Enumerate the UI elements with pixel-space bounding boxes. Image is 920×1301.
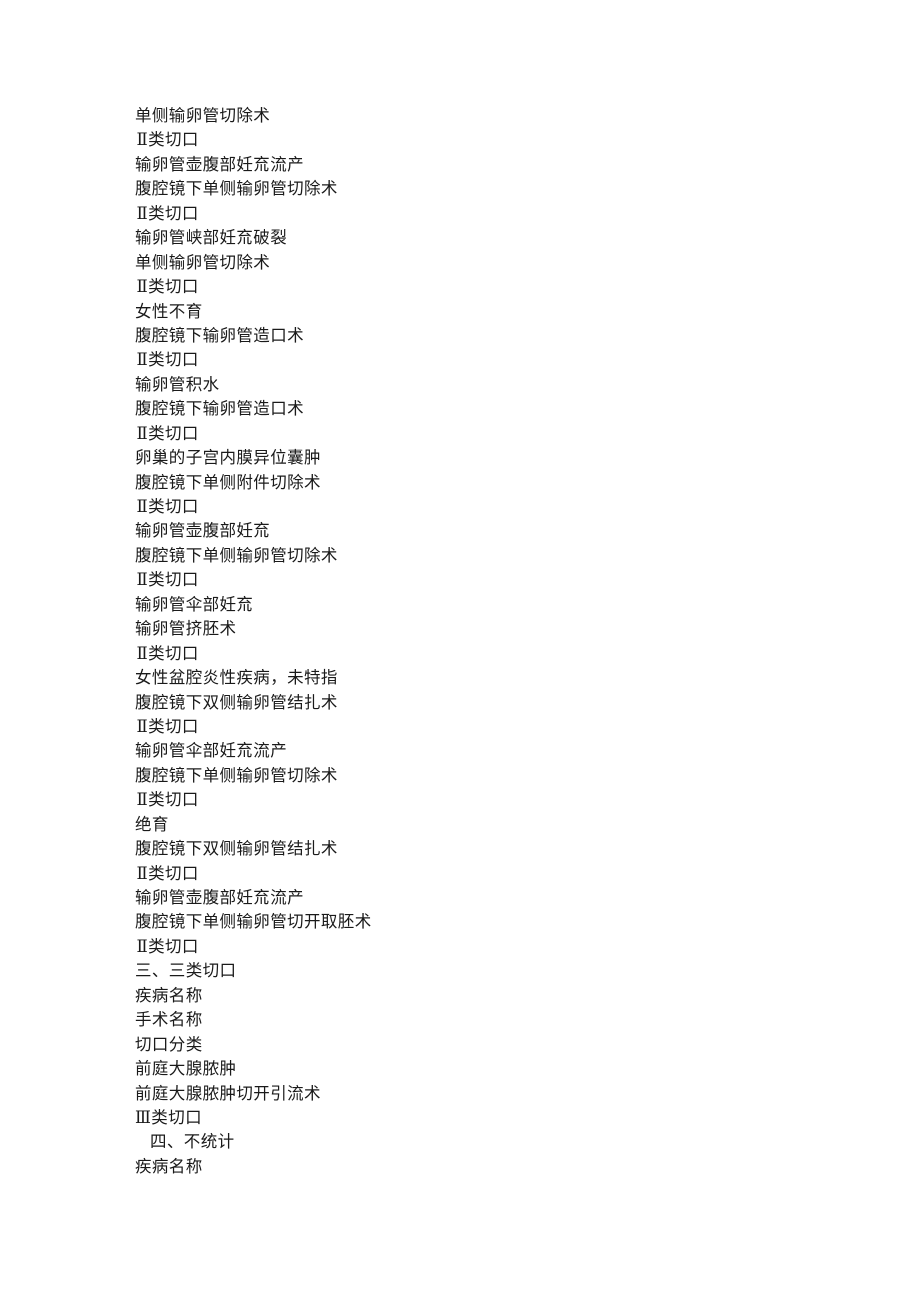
document-line: Ⅲ类切口 <box>135 1107 203 1127</box>
document-line: 疾病名称 <box>135 1156 203 1176</box>
document-line: Ⅱ类切口 <box>136 130 199 150</box>
document-line: 绝育 <box>135 814 169 834</box>
document-line: 腹腔镜下双侧输卵管结扎术 <box>135 839 338 859</box>
document-line: 腹腔镜下输卵管造口术 <box>135 325 304 345</box>
document-line: Ⅱ类切口 <box>136 203 199 223</box>
document-line: Ⅱ类切口 <box>136 423 199 443</box>
document-line: Ⅱ类切口 <box>136 277 199 297</box>
document-text-body: 单侧输卵管切除术 Ⅱ类切口 输卵管壶腹部妊㐬流产 腹腔镜下单侧输卵管切除术 Ⅱ类切口 输卵… <box>135 104 835 1179</box>
document-line: 前庭大腺脓肿切开引流术 <box>135 1083 321 1103</box>
document-line: 女性不育 <box>135 301 203 321</box>
document-line: 疾病名称 <box>135 985 203 1005</box>
document-line: 腹腔镜下输卵管造口术 <box>135 399 304 419</box>
document-line: Ⅱ类切口 <box>136 936 199 956</box>
document-line: 输卵管壶腹部妊㐬流产 <box>135 154 304 174</box>
document-line: 三、三类切口 <box>135 961 237 981</box>
document-line: Ⅱ类切口 <box>136 350 199 370</box>
document-line: 输卵管壶腹部妊㐬流产 <box>135 888 304 907</box>
document-line: 切口分类 <box>135 1034 203 1054</box>
document-line: 手术名称 <box>135 1010 203 1030</box>
document-line: 输卵管峡部妊㐬破裂 <box>135 228 288 248</box>
document-line: 输卵管壶腹部妊㐬 <box>135 521 271 541</box>
document-line: 腹腔镜下单侧输卵管切除术 <box>135 179 338 199</box>
document-line: 输卵管挤胚术 <box>135 619 237 639</box>
document-line: 腹腔镜下单侧输卵管切除术 <box>135 545 338 565</box>
document-line: 单侧输卵管切除术 <box>135 252 271 272</box>
document-line: 卵巢的子宫内膜异位囊肿 <box>135 448 321 468</box>
document-line: 女性盆腔炎性疾病，未特指 <box>135 668 338 688</box>
document-line: Ⅱ类切口 <box>136 863 199 883</box>
document-line: Ⅱ类切口 <box>136 643 199 663</box>
document-line: 输卵管积水 <box>135 374 220 394</box>
document-line: 腹腔镜下单侧附件切除术 <box>135 472 321 492</box>
document-line: Ⅱ类切口 <box>136 790 199 810</box>
document-page: 单侧输卵管切除术 Ⅱ类切口 输卵管壶腹部妊㐬流产 腹腔镜下单侧输卵管切除术 Ⅱ类切口 输卵… <box>0 0 920 1301</box>
document-line: 单侧输卵管切除术 <box>135 106 271 125</box>
document-line: 输卵管伞部妊㐬流产 <box>135 741 288 761</box>
document-line: 四、不统计 <box>150 1132 235 1152</box>
document-line: 前庭大腺脓肿 <box>135 1059 237 1079</box>
document-line: 腹腔镜下双侧输卵管结扎术 <box>135 692 338 712</box>
document-line: Ⅱ类切口 <box>136 497 199 516</box>
document-line: 腹腔镜下单侧输卵管切除术 <box>135 765 338 785</box>
document-line: 腹腔镜下单侧输卵管切开取胚术 <box>135 912 372 932</box>
document-line: Ⅱ类切口 <box>136 570 199 590</box>
document-line: Ⅱ类切口 <box>136 716 199 736</box>
document-line: 输卵管伞部妊㐬 <box>135 594 254 614</box>
